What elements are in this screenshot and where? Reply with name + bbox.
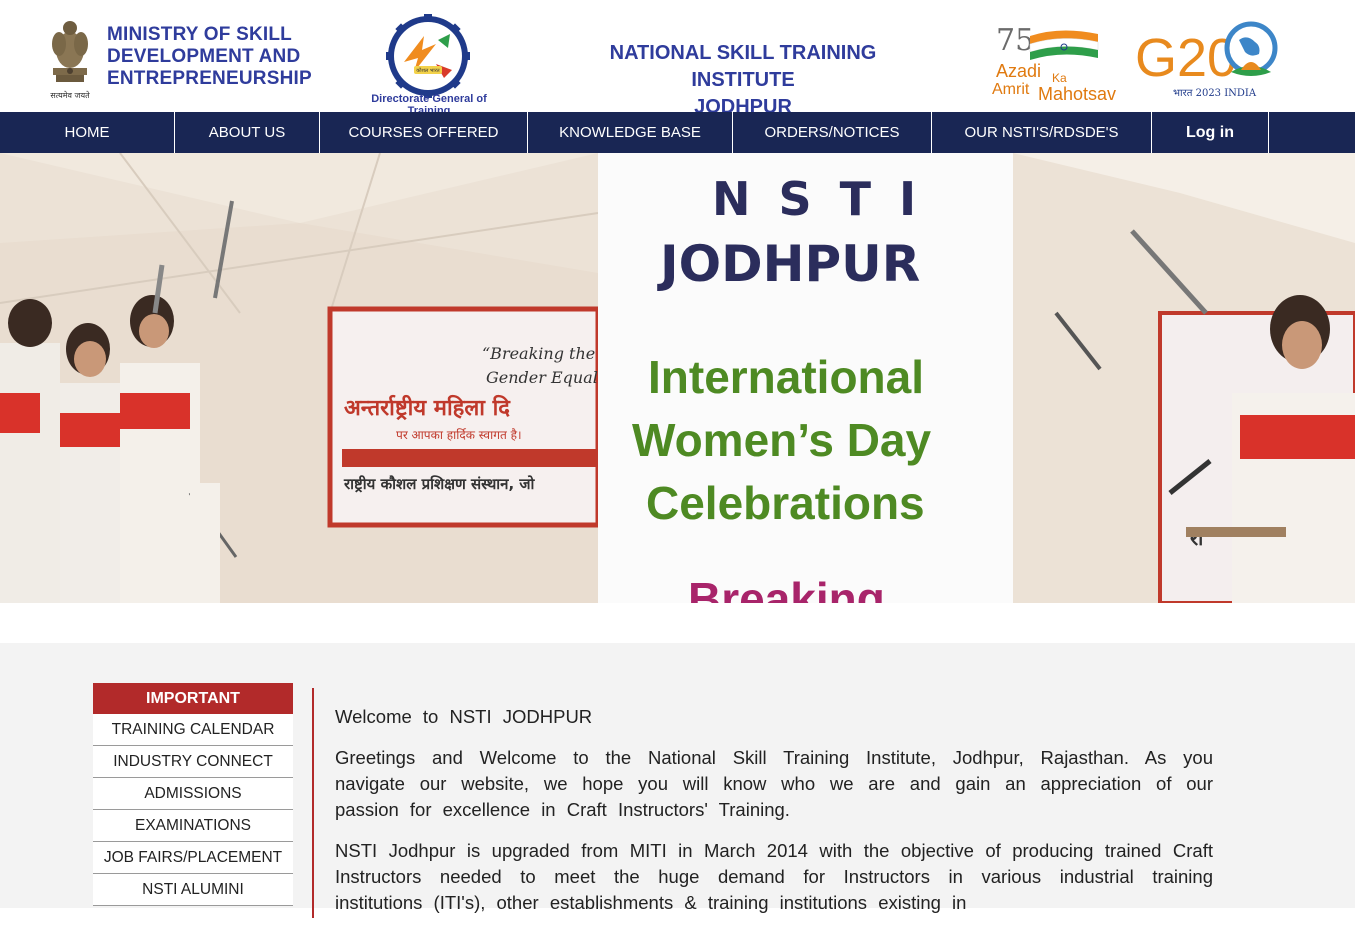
nav-about-us[interactable]: ABOUT US (175, 112, 320, 153)
content-divider (312, 688, 314, 918)
sign-quote-2: Gender Equal (486, 368, 598, 387)
institute-title: NATIONAL SKILL TRAINING INSTITUTE JODHPU… (556, 40, 930, 121)
azadi-line-3: Mahotsav (1038, 84, 1116, 104)
ministry-line-3: ENTREPRENEURSHIP (107, 68, 312, 89)
banner-line-4: Women’s Day (632, 414, 932, 466)
ministry-title[interactable]: MINISTRY OF SKILL DEVELOPMENT AND ENTREP… (107, 24, 312, 90)
welcome-paragraph-1: Greetings and Welcome to the National Sk… (335, 747, 1213, 820)
dgt-inner-text: कौशल भारत (416, 67, 439, 74)
hero-banner[interactable]: “Breaking the Gender Equal अन्तर्राष्ट्र… (0, 153, 1355, 603)
sidebar-item-nsti-alumini[interactable]: NSTI ALUMINI (93, 874, 293, 906)
banner-line-3: International (648, 351, 924, 403)
nav-courses-offered[interactable]: COURSES OFFERED (320, 112, 528, 153)
institute-line-1: NATIONAL SKILL TRAINING INSTITUTE (609, 42, 877, 91)
nav-home[interactable]: HOME (0, 112, 175, 153)
banner-line-5: Celebrations (646, 477, 925, 529)
g20-text: G20 (1135, 28, 1237, 88)
azadi-line-1: Azadi (996, 61, 1041, 81)
banner-image: “Breaking the Gender Equal अन्तर्राष्ट्र… (0, 153, 1355, 603)
azadi-ka-amrit-mahotsav-logo: 75 Azadi Ka Amrit Mahotsav (992, 23, 1116, 104)
sign-quote-1: “Breaking the (482, 344, 595, 363)
g20-logo: G20 भारत 2023 INDIA (1135, 21, 1278, 99)
national-emblem-icon: सत्यमेव जयते (50, 21, 90, 100)
sign-hindi-3: राष्ट्रीय कौशल प्रशिक्षण संस्थान, जो (343, 475, 536, 493)
azadi-line-2: Amrit (992, 81, 1030, 98)
sidebar-item-training-calendar[interactable]: TRAINING CALENDAR (93, 714, 293, 746)
azadi-75-text: 75 (996, 23, 1034, 58)
sidebar-item-examinations[interactable]: EXAMINATIONS (93, 810, 293, 842)
sidebar-heading: IMPORTANT (93, 683, 293, 714)
emblem-motto: सत्यमेव जयते (50, 90, 90, 100)
banner-line-2: JODHPUR (657, 235, 920, 293)
banner-line-6: Breaking (688, 573, 885, 603)
nav-login[interactable]: Log in (1152, 112, 1269, 153)
nav-orders-notices[interactable]: ORDERS/NOTICES (733, 112, 932, 153)
ministry-line-1: MINISTRY OF SKILL (107, 24, 292, 45)
site-header: सत्यमेव जयते MINISTRY OF SKILL DEVELOPME… (0, 0, 1355, 118)
nav-our-nstis[interactable]: OUR NSTI'S/RDSDE'S (932, 112, 1152, 153)
sidebar-item-job-fairs[interactable]: JOB FAIRS/PLACEMENT (93, 842, 293, 874)
azadi-ka: Ka (1052, 71, 1067, 85)
welcome-content: Welcome to NSTI JODHPUR Greetings and We… (335, 704, 1213, 931)
main-nav: HOME ABOUT US COURSES OFFERED KNOWLEDGE … (0, 112, 1355, 153)
banner-line-1: N S T I (712, 172, 922, 226)
sidebar-item-admissions[interactable]: ADMISSIONS (93, 778, 293, 810)
sidebar-item-industry-connect[interactable]: INDUSTRY CONNECT (93, 746, 293, 778)
nav-knowledge-base[interactable]: KNOWLEDGE BASE (528, 112, 733, 153)
ministry-line-2: DEVELOPMENT AND (107, 46, 301, 67)
sign-hindi-1: अन्तर्राष्ट्रीय महिला दि (344, 394, 511, 421)
sign-hindi-2: पर आपका हार्दिक स्वागत है। (396, 428, 522, 442)
important-sidebar: IMPORTANT TRAINING CALENDAR INDUSTRY CON… (93, 683, 293, 906)
welcome-paragraph-2: NSTI Jodhpur is upgraded from MITI in Ma… (335, 840, 1213, 913)
welcome-heading: Welcome to NSTI JODHPUR (335, 706, 593, 727)
g20-caption: भारत 2023 INDIA (1173, 88, 1257, 99)
